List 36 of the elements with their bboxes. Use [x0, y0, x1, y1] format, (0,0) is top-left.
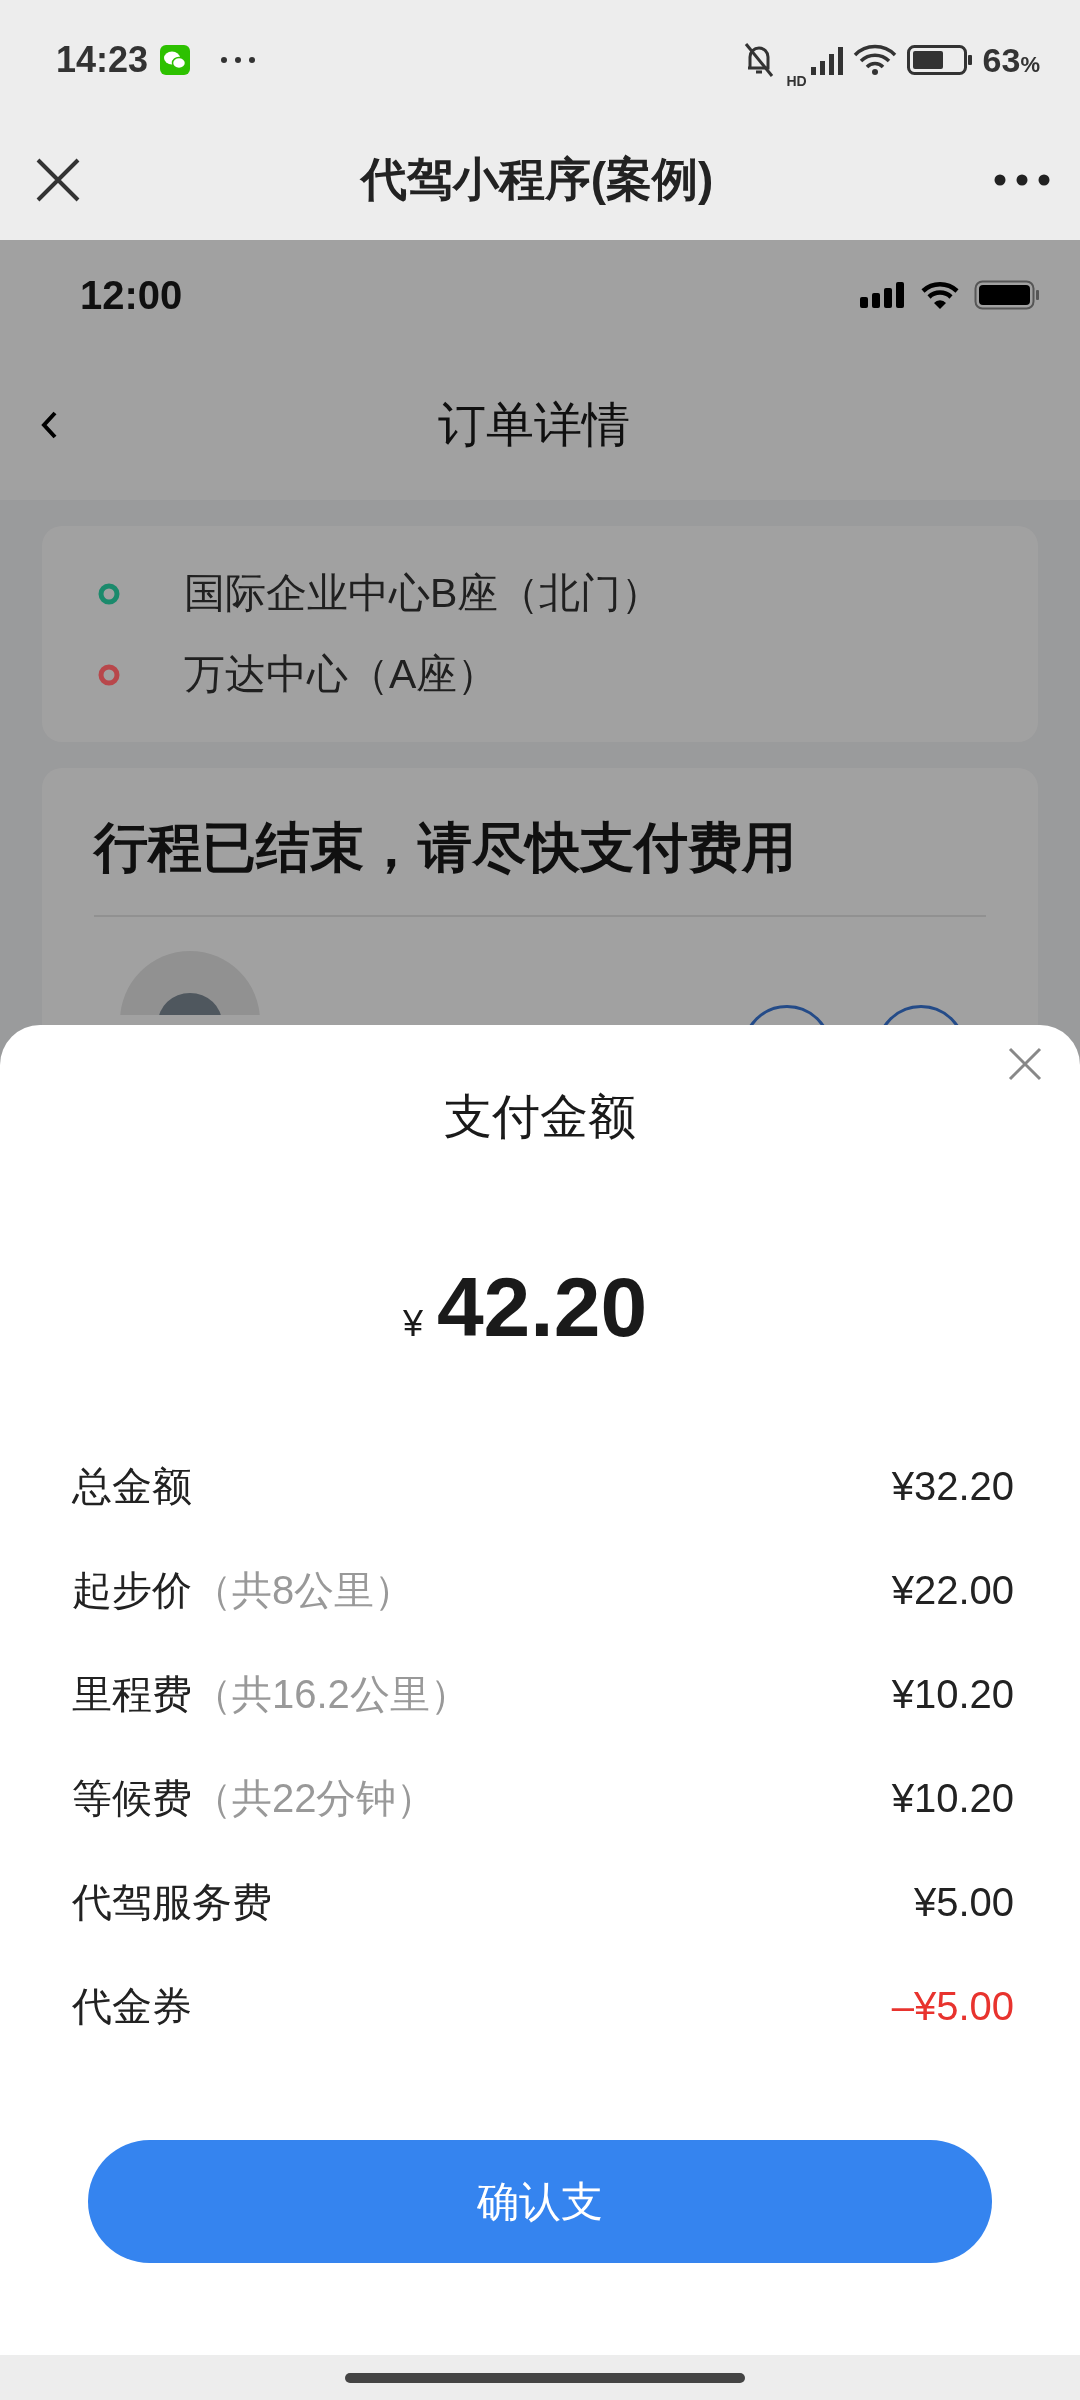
status-time: 12:00: [80, 272, 183, 318]
chat-app-icon: [160, 45, 191, 75]
app-title: 代驾小程序(案例): [358, 152, 715, 207]
fee-amount: ¥5.00: [913, 1879, 1014, 1925]
fee-label: 代金券: [72, 1982, 192, 2030]
trip-message: 行程已结束，请尽快支付费用: [94, 812, 986, 917]
battery-percent: 63%: [982, 40, 1040, 80]
fee-amount: ¥10.20: [891, 1671, 1014, 1717]
signal-icon: [810, 45, 843, 75]
back-icon[interactable]: [40, 410, 58, 440]
route-stop: 万达中心（A座）: [184, 650, 499, 699]
wifi-icon: [852, 44, 897, 76]
payment-amount: 42.20: [436, 1259, 648, 1356]
fee-label: 起步价（共8公里）: [72, 1566, 415, 1614]
fee-label: 代驾服务费: [72, 1878, 272, 1926]
more-icon: [220, 56, 257, 64]
fee-label: 里程费（共16.2公里）: [72, 1670, 470, 1718]
fee-label: 等候费（共22分钟）: [72, 1774, 437, 1822]
status-time: 14:23: [56, 39, 149, 81]
battery-icon: [974, 280, 1040, 310]
signal-icon: [860, 282, 906, 308]
fee-amount: ¥32.20: [891, 1463, 1014, 1509]
fee-amount: ¥10.20: [891, 1775, 1014, 1821]
close-icon[interactable]: [36, 158, 80, 202]
fee-amount: –¥5.00: [891, 1983, 1014, 2029]
page-title: 订单详情: [437, 397, 631, 453]
fee-amount: ¥22.00: [891, 1567, 1014, 1613]
confirm-pay-button[interactable]: 确认支: [88, 2140, 992, 2263]
sheet-title: 支付金额: [444, 1089, 636, 1145]
fee-label: 总金额: [72, 1462, 192, 1510]
network-label: HD: [786, 73, 807, 89]
battery-icon: [906, 45, 973, 75]
menu-icon[interactable]: [994, 174, 1050, 186]
route-stop: 国际企业中心B座（北门）: [184, 569, 663, 618]
wifi-icon: [920, 280, 960, 310]
currency-symbol: ¥: [402, 1303, 423, 1345]
